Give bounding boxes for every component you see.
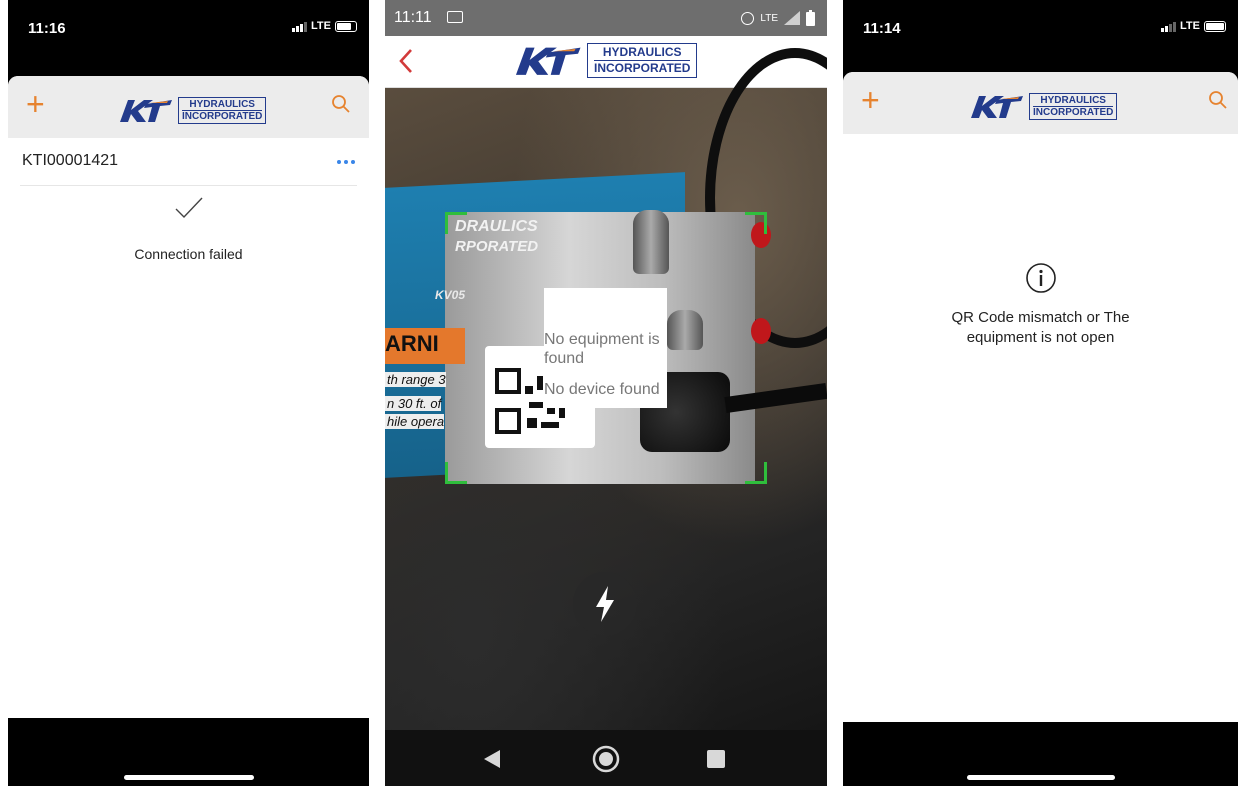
brand-line2: INCORPORATED (182, 109, 263, 122)
brand-logo: HYDRAULICS INCORPORATED (967, 92, 1118, 120)
status-bar: 11:11 LTE (385, 0, 827, 36)
search-icon[interactable] (1208, 90, 1228, 110)
kti-logo-mark-icon (120, 100, 172, 122)
brand-line1: HYDRAULICS (602, 44, 682, 59)
brand-line2: INCORPORATED (1033, 105, 1114, 118)
scan-frame-corner (745, 212, 767, 234)
brand-line1: HYDRAULICS (1040, 94, 1106, 106)
warning-line-2: n 30 ft. of (385, 396, 442, 411)
connector-knob (667, 310, 703, 350)
battery-icon (335, 20, 357, 32)
camera-viewfinder: DRAULICS RPORATED KV05 ARNI th range 3 n… (385, 48, 827, 730)
nav-recents-icon[interactable] (707, 750, 725, 768)
notification-icon (447, 11, 463, 23)
sync-icon (741, 11, 755, 25)
flash-icon (596, 586, 614, 622)
network-label: LTE (1180, 20, 1200, 32)
screen-connection-failed: 11:16 LTE + HYDRAULICS INCORPORATED KTI0… (8, 0, 369, 786)
battery-icon (806, 10, 815, 26)
status-bar: 11:14 LTE (843, 0, 1238, 72)
more-icon[interactable] (337, 160, 355, 164)
connector-knob (633, 210, 669, 274)
signal-icon (1161, 21, 1177, 32)
android-nav-bar (385, 730, 827, 786)
kti-logo-mark-icon (971, 96, 1023, 118)
nav-back-icon[interactable] (483, 749, 501, 769)
status-time: 11:11 (394, 9, 432, 26)
device-model: KV05 (435, 288, 466, 302)
app-content: + HYDRAULICS INCORPORATED QR Code mismat… (843, 72, 1238, 722)
nav-home-icon[interactable] (591, 744, 621, 774)
popup-device-message: No device found (544, 381, 660, 398)
signal-icon (292, 21, 308, 32)
battery-icon (1204, 20, 1226, 32)
red-button (751, 318, 771, 344)
home-indicator[interactable] (123, 775, 254, 780)
network-label: LTE (760, 12, 778, 24)
screen-qr-scanner: 11:11 LTE HYDRAULICS INCORPORATED DRAULI… (385, 0, 827, 786)
status-indicators: LTE (292, 20, 357, 32)
kti-logo-mark-icon (515, 47, 581, 75)
equipment-id: KTI00001421 (22, 152, 119, 169)
back-icon[interactable] (395, 46, 417, 76)
brand-logo: HYDRAULICS INCORPORATED (116, 96, 267, 124)
device-brand-bottom: RPORATED (455, 238, 539, 255)
status-time: 11:14 (863, 20, 901, 37)
scan-result-popup: No equipment is found No device found (544, 288, 667, 408)
app-header: + HYDRAULICS INCORPORATED (843, 72, 1238, 134)
plus-icon[interactable]: + (861, 84, 880, 116)
status-indicators: LTE (1161, 20, 1226, 32)
checkmark-icon (175, 197, 203, 219)
search-icon[interactable] (331, 94, 351, 114)
scan-frame-corner (445, 212, 467, 234)
status-message: Connection failed (134, 246, 243, 262)
popup-equipment-message: No equipment is found (544, 331, 660, 367)
status-bar: 11:16 LTE (8, 0, 369, 72)
status-time: 11:16 (28, 20, 66, 37)
device-brand-top: DRAULICS (455, 218, 538, 235)
home-indicator[interactable] (966, 775, 1115, 780)
network-label: LTE (311, 20, 331, 32)
brand-text: HYDRAULICS INCORPORATED (1029, 92, 1118, 120)
signal-icon (784, 11, 800, 25)
status-message: QR Code mismatch or The equipment is not… (951, 309, 1130, 346)
warning-label: ARNI (385, 328, 465, 364)
list-item[interactable]: KTI00001421 (20, 138, 357, 186)
warning-line-3: hile opera (385, 414, 445, 429)
brand-text: HYDRAULICS INCORPORATED (178, 96, 267, 124)
app-header: + HYDRAULICS INCORPORATED (8, 76, 369, 138)
brand-text: HYDRAULICS INCORPORATED (587, 42, 698, 78)
scan-frame-corner (445, 462, 467, 484)
brand-line1: HYDRAULICS (189, 98, 255, 110)
brand-logo: HYDRAULICS INCORPORATED (511, 42, 698, 78)
flash-button[interactable] (573, 572, 637, 636)
brand-line2: INCORPORATED (594, 59, 691, 75)
info-icon (1025, 263, 1056, 293)
scan-frame-corner (745, 462, 767, 484)
screen-qr-mismatch: 11:14 LTE + HYDRAULICS INCORPORATED QR C… (843, 0, 1238, 786)
warning-line-1: th range 3 (385, 372, 446, 387)
app-content: + HYDRAULICS INCORPORATED KTI00001421 Co… (8, 76, 369, 718)
plus-icon[interactable]: + (26, 88, 45, 120)
status-indicators: LTE (741, 10, 815, 26)
